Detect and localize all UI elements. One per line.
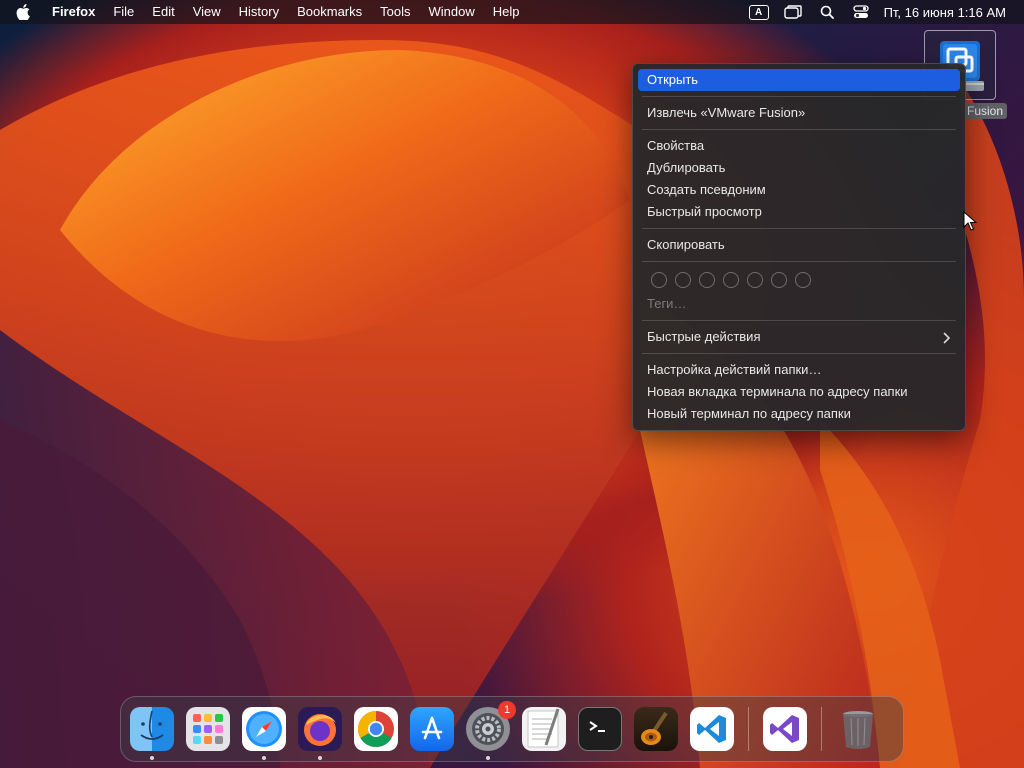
app-menu-firefox[interactable]: Firefox <box>46 0 104 24</box>
apple-menu-icon[interactable] <box>0 0 46 24</box>
context-menu: Открыть Извлечь «VMware Fusion» Свойства… <box>632 63 966 431</box>
running-indicator <box>486 756 490 760</box>
menu-separator <box>642 96 956 97</box>
firefox-icon <box>304 714 336 746</box>
menu-bar: Firefox File Edit View History Bookmarks… <box>0 0 1024 24</box>
dock-vscode[interactable] <box>690 707 734 751</box>
menu-separator <box>642 320 956 321</box>
menu-separator <box>642 228 956 229</box>
garageband-icon <box>641 711 668 745</box>
trash-icon <box>843 711 873 749</box>
menu-file[interactable]: File <box>104 0 143 24</box>
running-indicator <box>262 756 266 760</box>
dock-chrome[interactable] <box>354 707 398 751</box>
menu-item-quick-actions[interactable]: Быстрые действия <box>638 326 960 348</box>
tag-color-circle[interactable] <box>699 272 715 288</box>
dock-trash[interactable] <box>836 707 880 751</box>
menu-bar-clock[interactable]: Пт, 16 июня 1:16 AM <box>878 5 1024 20</box>
menu-item-quick-look[interactable]: Быстрый просмотр <box>638 201 960 223</box>
textedit-icon <box>527 708 560 748</box>
finder-icon <box>140 710 164 740</box>
menu-item-folder-actions-setup[interactable]: Настройка действий папки… <box>638 359 960 381</box>
menu-help[interactable]: Help <box>484 0 529 24</box>
dock-terminal[interactable] <box>578 707 622 751</box>
menu-item-tags[interactable]: Теги… <box>638 293 960 315</box>
terminal-icon <box>589 721 605 732</box>
safari-icon <box>246 711 282 747</box>
dock-divider <box>748 707 749 751</box>
menu-item-new-terminal[interactable]: Новый терминал по адресу папки <box>638 403 960 425</box>
dock: 1 <box>120 696 904 762</box>
control-center-icon[interactable] <box>844 0 878 24</box>
visual-studio-icon <box>770 715 799 743</box>
dock-divider <box>821 707 822 751</box>
dock-safari[interactable] <box>242 707 286 760</box>
dock-firefox[interactable] <box>298 707 342 760</box>
dock-textedit[interactable] <box>522 707 566 751</box>
menu-separator <box>642 261 956 262</box>
menu-item-eject[interactable]: Извлечь «VMware Fusion» <box>638 102 960 124</box>
spotlight-search-icon[interactable] <box>810 0 844 24</box>
menu-item-copy[interactable]: Скопировать <box>638 234 960 256</box>
menu-item-make-alias[interactable]: Создать псевдоним <box>638 179 960 201</box>
launchpad-icon <box>193 714 223 744</box>
dock-visual-studio[interactable] <box>763 707 807 751</box>
mouse-cursor-icon <box>963 210 978 236</box>
tag-color-circle[interactable] <box>675 272 691 288</box>
tag-color-circle[interactable] <box>651 272 667 288</box>
dock-system-settings[interactable]: 1 <box>466 701 516 760</box>
dock-launchpad[interactable] <box>186 707 230 751</box>
menu-separator <box>642 353 956 354</box>
menu-bookmarks[interactable]: Bookmarks <box>288 0 371 24</box>
tag-color-circle[interactable] <box>723 272 739 288</box>
menu-window[interactable]: Window <box>420 0 484 24</box>
menu-item-properties[interactable]: Свойства <box>638 135 960 157</box>
dock-garageband[interactable] <box>634 707 678 751</box>
running-indicator <box>318 756 322 760</box>
desktop-icon-label: Fusion <box>963 103 1008 119</box>
menu-separator <box>642 129 956 130</box>
vscode-icon <box>697 715 726 743</box>
menu-edit[interactable]: Edit <box>143 0 183 24</box>
menu-item-new-terminal-tab[interactable]: Новая вкладка терминала по адресу папки <box>638 381 960 403</box>
tag-color-circle[interactable] <box>747 272 763 288</box>
menu-item-quick-actions-label: Быстрые действия <box>647 329 761 344</box>
tag-color-row <box>638 267 960 293</box>
dock-finder[interactable] <box>130 707 174 760</box>
keyboard-layout-label: A <box>748 4 769 20</box>
keyboard-layout-indicator[interactable]: A <box>742 0 776 24</box>
menu-view[interactable]: View <box>184 0 230 24</box>
menu-item-duplicate[interactable]: Дублировать <box>638 157 960 179</box>
tag-color-circle[interactable] <box>795 272 811 288</box>
tag-color-circle[interactable] <box>771 272 787 288</box>
chevron-right-icon <box>942 326 951 348</box>
running-indicator <box>150 756 154 760</box>
notification-badge: 1 <box>498 701 516 719</box>
menu-tools[interactable]: Tools <box>371 0 419 24</box>
menu-item-open[interactable]: Открыть <box>638 69 960 91</box>
app-store-icon <box>421 716 443 740</box>
menu-history[interactable]: History <box>230 0 288 24</box>
dock-app-store[interactable] <box>410 707 454 751</box>
screen-mirroring-icon[interactable] <box>776 0 810 24</box>
chrome-icon <box>357 711 394 748</box>
